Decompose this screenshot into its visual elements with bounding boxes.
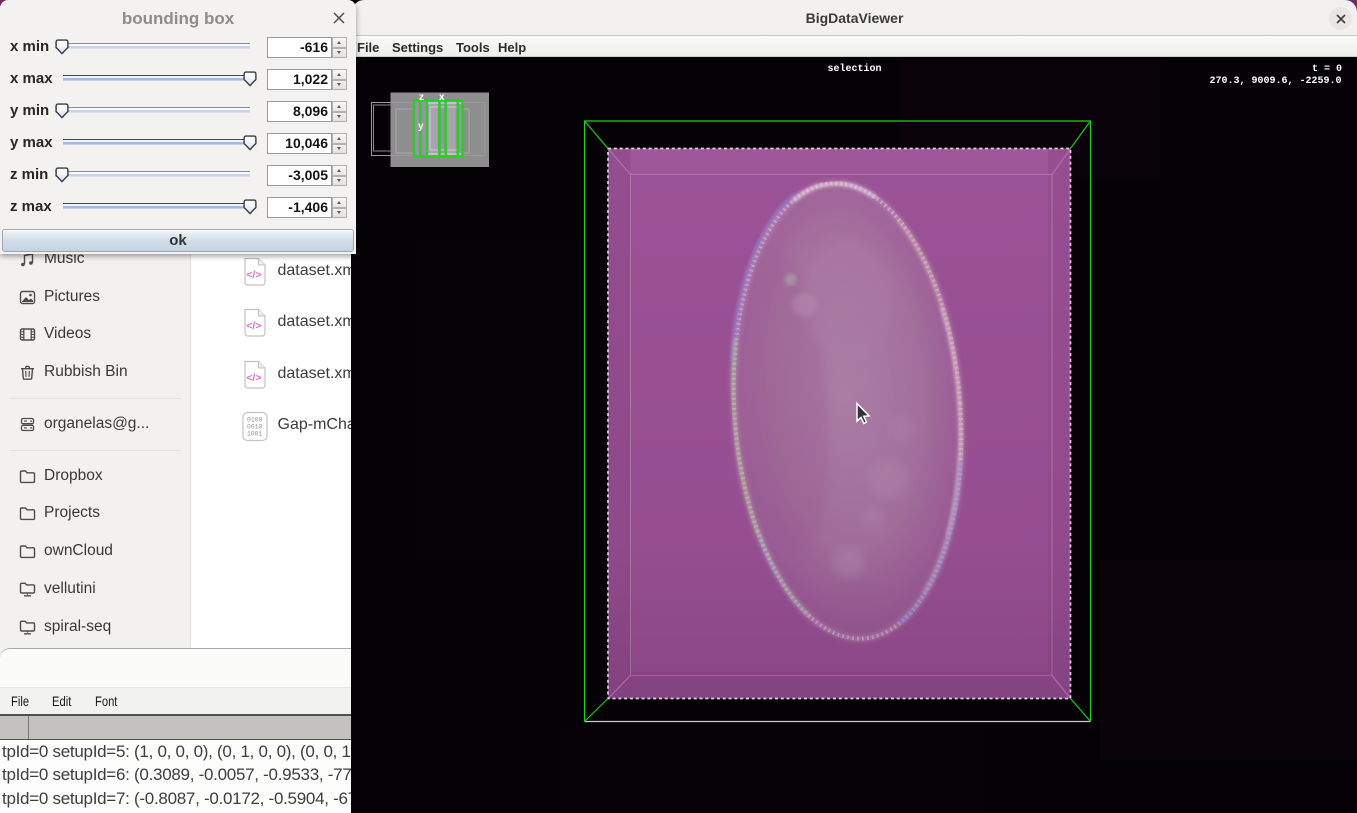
svg-text:y: y — [418, 121, 424, 132]
svg-text:</>: </> — [246, 320, 261, 332]
svg-text:</>: </> — [246, 372, 261, 384]
svg-text:0010: 0010 — [247, 423, 263, 430]
svg-text:x: x — [439, 92, 445, 103]
svg-text:</>: </> — [246, 269, 261, 281]
svg-text:0100: 0100 — [247, 416, 263, 423]
svg-text:1001: 1001 — [247, 430, 263, 437]
svg-text:z: z — [419, 92, 424, 103]
